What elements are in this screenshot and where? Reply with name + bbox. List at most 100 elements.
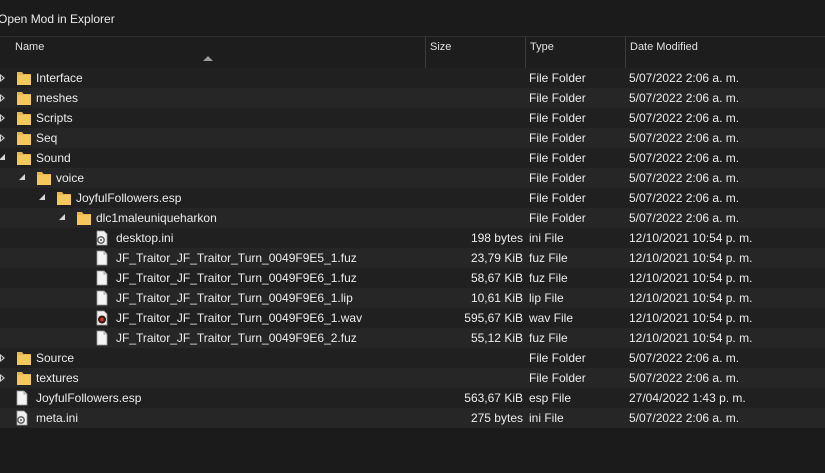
row-type: fuz File: [529, 271, 568, 285]
column-size-label: Size: [430, 41, 452, 53]
row-type: wav File: [529, 311, 574, 325]
toolbar: Open Mod in Explorer: [0, 0, 825, 37]
row-type: File Folder: [529, 131, 586, 145]
tree-row-file[interactable]: JoyfulFollowers.esp 563,67 KiB esp File 27/…: [0, 388, 825, 408]
row-date-modified: 5/07/2022 2:06 a. m.: [629, 111, 740, 125]
row-type: ini File: [529, 411, 564, 425]
row-date-modified: 5/07/2022 2:06 a. m.: [629, 71, 740, 85]
audio-file-icon: [94, 310, 110, 326]
empty-area: [0, 433, 825, 473]
tree-row-folder[interactable]: Seq File Folder 5/07/2022 2:06 a. m.: [0, 128, 825, 148]
column-date-header[interactable]: Date Modified: [626, 37, 825, 68]
folder-icon: [16, 150, 32, 166]
column-type-header[interactable]: Type: [526, 37, 626, 68]
row-type: ini File: [529, 231, 564, 245]
row-date-modified: 12/10/2021 10:54 p. m.: [629, 331, 753, 345]
expanded-arrow-icon[interactable]: [0, 153, 8, 163]
collapsed-arrow-icon[interactable]: [0, 73, 8, 83]
file-icon: [94, 250, 110, 266]
tree-row-folder[interactable]: textures File Folder 5/07/2022 2:06 a. m.: [0, 368, 825, 388]
folder-icon: [16, 70, 32, 86]
tree-row-folder[interactable]: Source File Folder 5/07/2022 2:06 a. m.: [0, 348, 825, 368]
tree-row-file[interactable]: meta.ini 275 bytes ini File 5/07/2022 2:06 …: [0, 408, 825, 428]
file-icon: [94, 270, 110, 286]
row-type: esp File: [529, 391, 572, 405]
row-date-modified: 12/10/2021 10:54 p. m.: [629, 271, 753, 285]
row-name: JF_Traitor_JF_Traitor_Turn_0049F9E6_2.fu…: [116, 331, 357, 345]
folder-icon: [16, 130, 32, 146]
row-type: File Folder: [529, 111, 586, 125]
collapsed-arrow-icon[interactable]: [0, 93, 8, 103]
row-name: Scripts: [36, 111, 73, 125]
row-name: meshes: [36, 91, 79, 105]
row-date-modified: 5/07/2022 2:06 a. m.: [629, 151, 740, 165]
folder-icon: [16, 110, 32, 126]
row-name: JF_Traitor_JF_Traitor_Turn_0049F9E5_1.fu…: [116, 251, 357, 265]
row-date-modified: 5/07/2022 2:06 a. m.: [629, 131, 740, 145]
open-in-explorer-button[interactable]: Open Mod in Explorer: [0, 11, 115, 27]
tree-row-folder[interactable]: Interface File Folder 5/07/2022 2:06 a. m.: [0, 68, 825, 88]
file-tree: Interface File Folder 5/07/2022 2:06 a. m.…: [0, 68, 825, 433]
tree-row-folder[interactable]: dlc1maleuniqueharkon File Folder 5/07/2022…: [0, 208, 825, 228]
tree-row-file[interactable]: JF_Traitor_JF_Traitor_Turn_0049F9E6_1.fu…: [0, 268, 825, 288]
row-date-modified: 5/07/2022 2:06 a. m.: [629, 191, 740, 205]
tree-row-folder[interactable]: voice File Folder 5/07/2022 2:06 a. m.: [0, 168, 825, 188]
column-date-label: Date Modified: [630, 41, 698, 53]
expanded-arrow-icon[interactable]: [38, 193, 48, 203]
tree-row-file[interactable]: JF_Traitor_JF_Traitor_Turn_0049F9E5_1.fu…: [0, 248, 825, 268]
column-name-header[interactable]: Name: [11, 37, 426, 68]
row-date-modified: 12/10/2021 10:54 p. m.: [629, 311, 753, 325]
row-name: JoyfulFollowers.esp: [76, 191, 182, 205]
folder-icon: [16, 350, 32, 366]
row-size: 58,67 KiB: [470, 271, 523, 285]
tree-row-folder[interactable]: Scripts File Folder 5/07/2022 2:06 a. m.: [0, 108, 825, 128]
row-name: Sound: [36, 151, 71, 165]
row-name: meta.ini: [36, 411, 79, 425]
row-date-modified: 5/07/2022 2:06 a. m.: [629, 211, 740, 225]
row-size: 198 bytes: [470, 231, 523, 245]
row-date-modified: 5/07/2022 2:06 a. m.: [629, 91, 740, 105]
row-date-modified: 5/07/2022 2:06 a. m.: [629, 171, 740, 185]
folder-icon: [76, 210, 92, 226]
tree-row-file[interactable]: JF_Traitor_JF_Traitor_Turn_0049F9E6_1.li…: [0, 288, 825, 308]
row-name: voice: [56, 171, 85, 185]
row-name: JoyfulFollowers.esp: [36, 391, 142, 405]
row-name: textures: [36, 371, 79, 385]
expanded-arrow-icon[interactable]: [18, 173, 28, 183]
row-size: 10,61 KiB: [470, 291, 523, 305]
folder-icon: [16, 370, 32, 386]
row-date-modified: 12/10/2021 10:54 p. m.: [629, 231, 753, 245]
row-type: File Folder: [529, 151, 586, 165]
row-size: 275 bytes: [470, 411, 523, 425]
folder-icon: [36, 170, 52, 186]
row-name: JF_Traitor_JF_Traitor_Turn_0049F9E6_1.fu…: [116, 271, 357, 285]
row-date-modified: 27/04/2022 1:43 p. m.: [629, 391, 746, 405]
tree-row-file[interactable]: JF_Traitor_JF_Traitor_Turn_0049F9E6_1.wa…: [0, 308, 825, 328]
tree-row-folder[interactable]: JoyfulFollowers.esp File Folder 5/07/2022 …: [0, 188, 825, 208]
row-date-modified: 5/07/2022 2:06 a. m.: [629, 351, 740, 365]
row-name: Interface: [36, 71, 83, 85]
column-size-header[interactable]: Size: [426, 37, 526, 68]
settings-file-icon: [94, 230, 110, 246]
tree-row-folder[interactable]: Sound File Folder 5/07/2022 2:06 a. m.: [0, 148, 825, 168]
expanded-arrow-icon[interactable]: [58, 213, 68, 223]
sort-ascending-icon: [203, 56, 213, 61]
tree-row-folder[interactable]: meshes File Folder 5/07/2022 2:06 a. m.: [0, 88, 825, 108]
row-date-modified: 5/07/2022 2:06 a. m.: [629, 411, 740, 425]
row-type: fuz File: [529, 251, 568, 265]
settings-file-icon: [14, 410, 30, 426]
collapsed-arrow-icon[interactable]: [0, 113, 8, 123]
row-type: File Folder: [529, 171, 586, 185]
collapsed-arrow-icon[interactable]: [0, 373, 8, 383]
tree-row-file[interactable]: JF_Traitor_JF_Traitor_Turn_0049F9E6_2.fu…: [0, 328, 825, 348]
row-name: JF_Traitor_JF_Traitor_Turn_0049F9E6_1.li…: [116, 291, 353, 305]
row-type: File Folder: [529, 71, 586, 85]
collapsed-arrow-icon[interactable]: [0, 353, 8, 363]
collapsed-arrow-icon[interactable]: [0, 133, 8, 143]
row-size: 563,67 KiB: [464, 391, 523, 405]
file-icon: [94, 290, 110, 306]
row-size: 55,12 KiB: [470, 331, 523, 345]
row-date-modified: 5/07/2022 2:06 a. m.: [629, 371, 740, 385]
tree-row-file[interactable]: desktop.ini 198 bytes ini File 12/10/2021 1…: [0, 228, 825, 248]
row-size: 595,67 KiB: [464, 311, 523, 325]
